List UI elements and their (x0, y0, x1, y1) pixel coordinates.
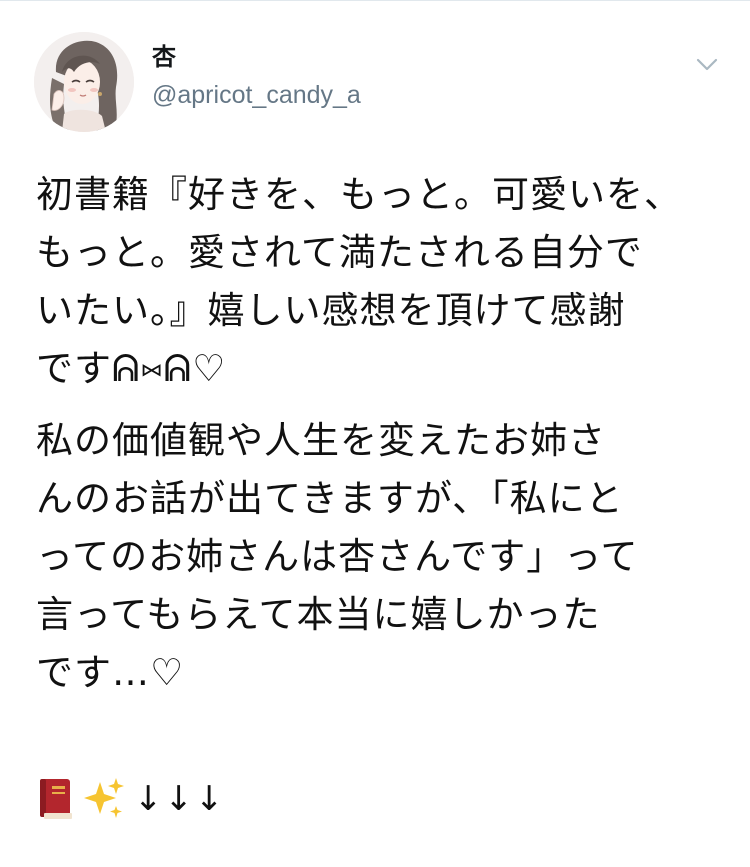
tweet-paragraph: 私の価値観や人生を変えたお姉さ んのお話が出てきますが、「私にと ってのお姉さん… (36, 419, 639, 694)
illustrated-woman-avatar-icon (34, 32, 134, 132)
author-display-name[interactable]: 杏 (152, 42, 361, 72)
chevron-down-icon (696, 58, 718, 71)
tweet-header: 杏 @apricot_candy_a (34, 32, 724, 132)
book-emoji-icon (40, 779, 72, 819)
sparkles-emoji-icon (84, 778, 124, 818)
tweet-emoji-line: ↓↓↓ (36, 774, 225, 824)
tweet-paragraph: 初書籍『好きを、もっと。可愛いを、 もっと。愛されて満たされる自分で いたい。』… (36, 173, 682, 390)
author-info: 杏 @apricot_candy_a (152, 42, 361, 110)
avatar[interactable] (34, 32, 134, 132)
tweet-text: 初書籍『好きを、もっと。可愛いを、 もっと。愛されて満たされる自分で いたい。』… (36, 166, 726, 716)
down-arrows-text: ↓↓↓ (134, 779, 226, 819)
tweet-menu-button[interactable] (692, 50, 722, 80)
tweet-card: 杏 @apricot_candy_a 初書籍『好きを、もっと。可愛いを、 もっと… (0, 0, 750, 867)
author-handle[interactable]: @apricot_candy_a (152, 80, 361, 110)
